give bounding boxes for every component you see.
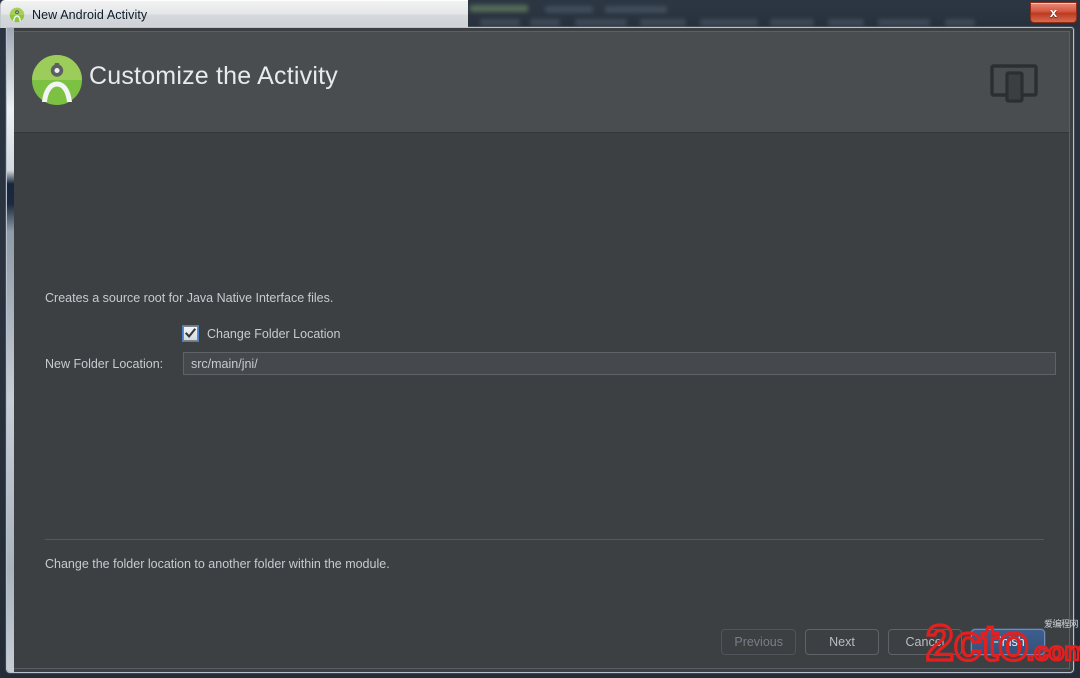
dialog-title: New Android Activity <box>32 7 148 22</box>
next-button[interactable]: Next <box>805 629 879 655</box>
dialog-body: Creates a source root for Java Native In… <box>11 134 1069 668</box>
close-icon: x <box>1049 5 1058 20</box>
close-button[interactable]: x <box>1030 2 1077 23</box>
finish-button[interactable]: Finish <box>971 629 1045 655</box>
dialog-window: New Android Activity x Customize the Act… <box>0 0 1080 678</box>
android-studio-icon <box>9 7 25 23</box>
new-folder-location-label: New Folder Location: <box>45 356 164 371</box>
dialog-header: Customize the Activity <box>11 32 1069 133</box>
page-title: Customize the Activity <box>89 62 338 90</box>
hint-text: Change the folder location to another fo… <box>45 557 390 571</box>
screen-root: New Android Activity x Customize the Act… <box>0 0 1080 678</box>
dialog-titlebar: New Android Activity <box>0 0 468 28</box>
dialog-button-bar: Previous Next Cancel Finish <box>721 629 1045 655</box>
change-folder-location-row[interactable]: Change Folder Location <box>183 326 340 341</box>
dialog-content-area: Customize the Activity Creates a source … <box>10 31 1070 669</box>
new-folder-location-row: New Folder Location: <box>45 352 1056 375</box>
previous-button[interactable]: Previous <box>721 629 796 655</box>
new-folder-location-input[interactable] <box>183 352 1056 375</box>
content-separator <box>45 539 1044 540</box>
check-icon <box>185 328 196 338</box>
dialog-frame: Customize the Activity Creates a source … <box>6 27 1074 673</box>
android-studio-logo <box>30 53 84 107</box>
change-folder-location-checkbox[interactable] <box>183 326 198 341</box>
description-text: Creates a source root for Java Native In… <box>45 291 334 305</box>
change-folder-location-label: Change Folder Location <box>207 326 341 341</box>
tablet-device-icon <box>990 60 1038 106</box>
cancel-button[interactable]: Cancel <box>888 629 962 655</box>
window-left-rail <box>7 28 14 672</box>
